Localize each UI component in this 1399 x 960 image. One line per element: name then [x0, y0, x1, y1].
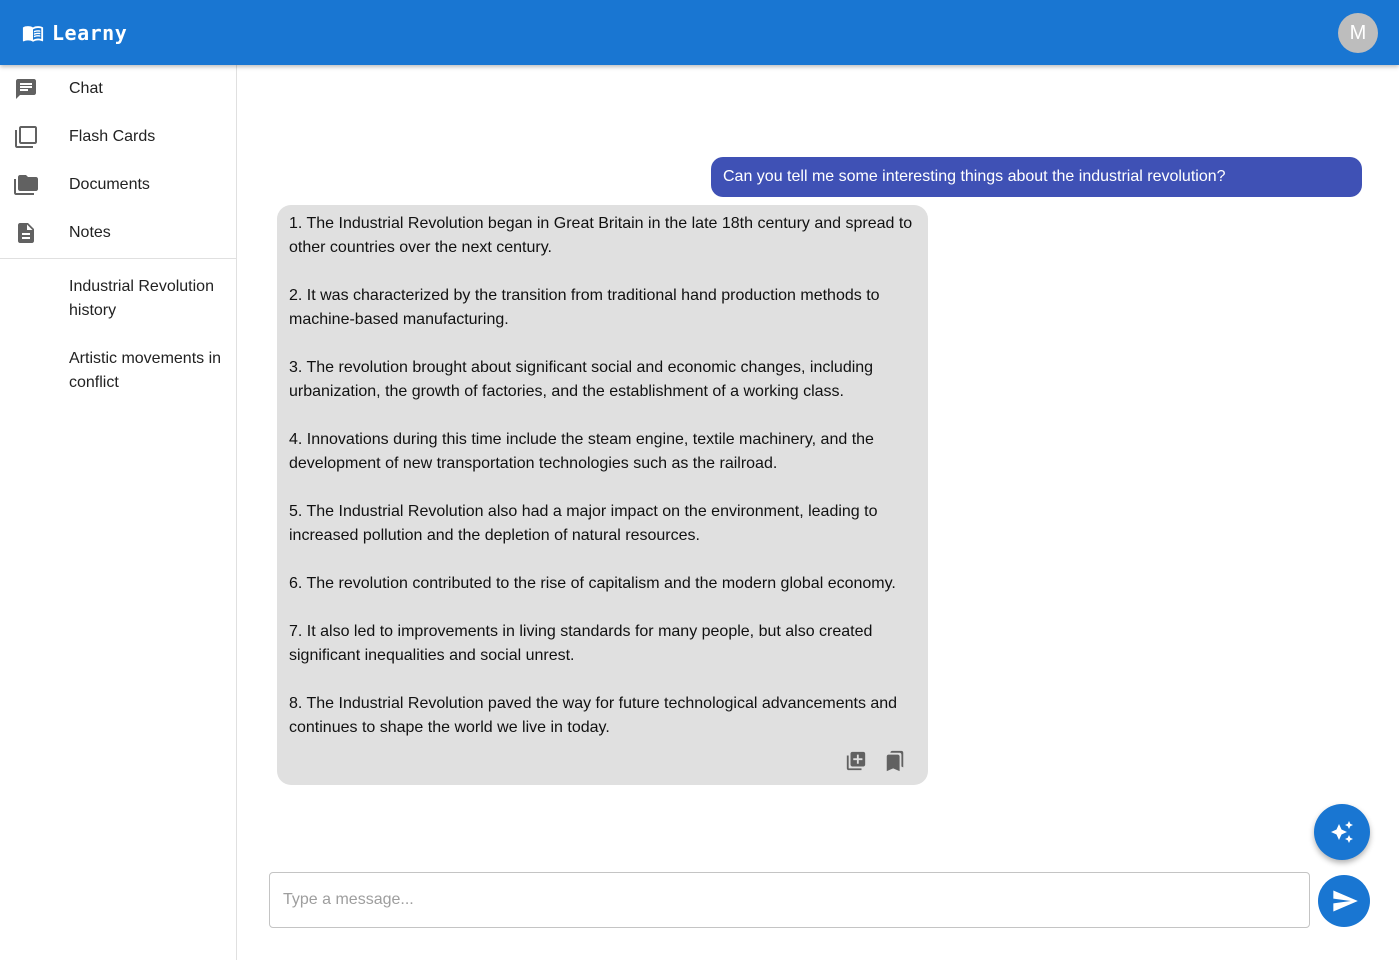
assistant-list-item: 6. The revolution contributed to the ris…: [289, 575, 896, 592]
sidebar-item-label: Documents: [69, 176, 150, 193]
assistant-actions: [289, 749, 916, 773]
assistant-list-item: 1. The Industrial Revolution began in Gr…: [289, 215, 913, 256]
book-icon: [22, 22, 44, 44]
sidebar-item-flash-cards[interactable]: Flash Cards: [0, 113, 236, 161]
sidebar-item-documents[interactable]: Documents: [0, 161, 236, 209]
avatar[interactable]: M: [1338, 13, 1378, 53]
note-item[interactable]: Industrial Revolution history: [0, 275, 236, 323]
assistant-list-item: 4. Innovations during this time include …: [289, 431, 874, 472]
message-input[interactable]: [269, 872, 1310, 928]
sidebar-divider: [0, 258, 236, 259]
assistant-list-item: 2. It was characterized by the transitio…: [289, 287, 880, 328]
app-title: Learny: [52, 20, 128, 45]
sidebar-item-label: Chat: [69, 80, 103, 97]
assistant-list-item: 8. The Industrial Revolution paved the w…: [289, 695, 898, 736]
assistant-list-item: 5. The Industrial Revolution also had a …: [289, 503, 878, 544]
flash-cards-icon: [0, 125, 69, 149]
assistant-list-item: 3. The revolution brought about signific…: [289, 359, 874, 400]
ai-assist-button[interactable]: [1314, 804, 1370, 860]
sidebar-item-label: Flash Cards: [69, 128, 156, 145]
app-bar: Learny M: [0, 0, 1399, 65]
send-icon: [1329, 887, 1359, 915]
sidebar-item-chat[interactable]: Chat: [0, 65, 236, 113]
chat-icon: [0, 77, 69, 101]
sidebar-item-label: Notes: [69, 224, 111, 241]
note-icon: [0, 221, 69, 245]
folder-icon: [0, 173, 69, 197]
sidebar: Chat Flash Cards Documents Notes Industr…: [0, 65, 237, 960]
bookmark-icon[interactable]: [884, 749, 906, 773]
note-item[interactable]: Artistic movements in conflict: [0, 347, 236, 395]
brand[interactable]: Learny: [22, 21, 127, 45]
chat-area: Can you tell me some interesting things …: [237, 65, 1399, 960]
add-to-flashcards-icon[interactable]: [845, 749, 867, 773]
send-button[interactable]: [1318, 875, 1370, 927]
sparkle-icon: [1330, 820, 1354, 844]
user-message: Can you tell me some interesting things …: [711, 157, 1362, 197]
sidebar-item-notes[interactable]: Notes: [0, 209, 236, 257]
assistant-list-item: 7. It also led to improvements in living…: [289, 623, 873, 664]
assistant-message: 1. The Industrial Revolution began in Gr…: [277, 205, 928, 785]
